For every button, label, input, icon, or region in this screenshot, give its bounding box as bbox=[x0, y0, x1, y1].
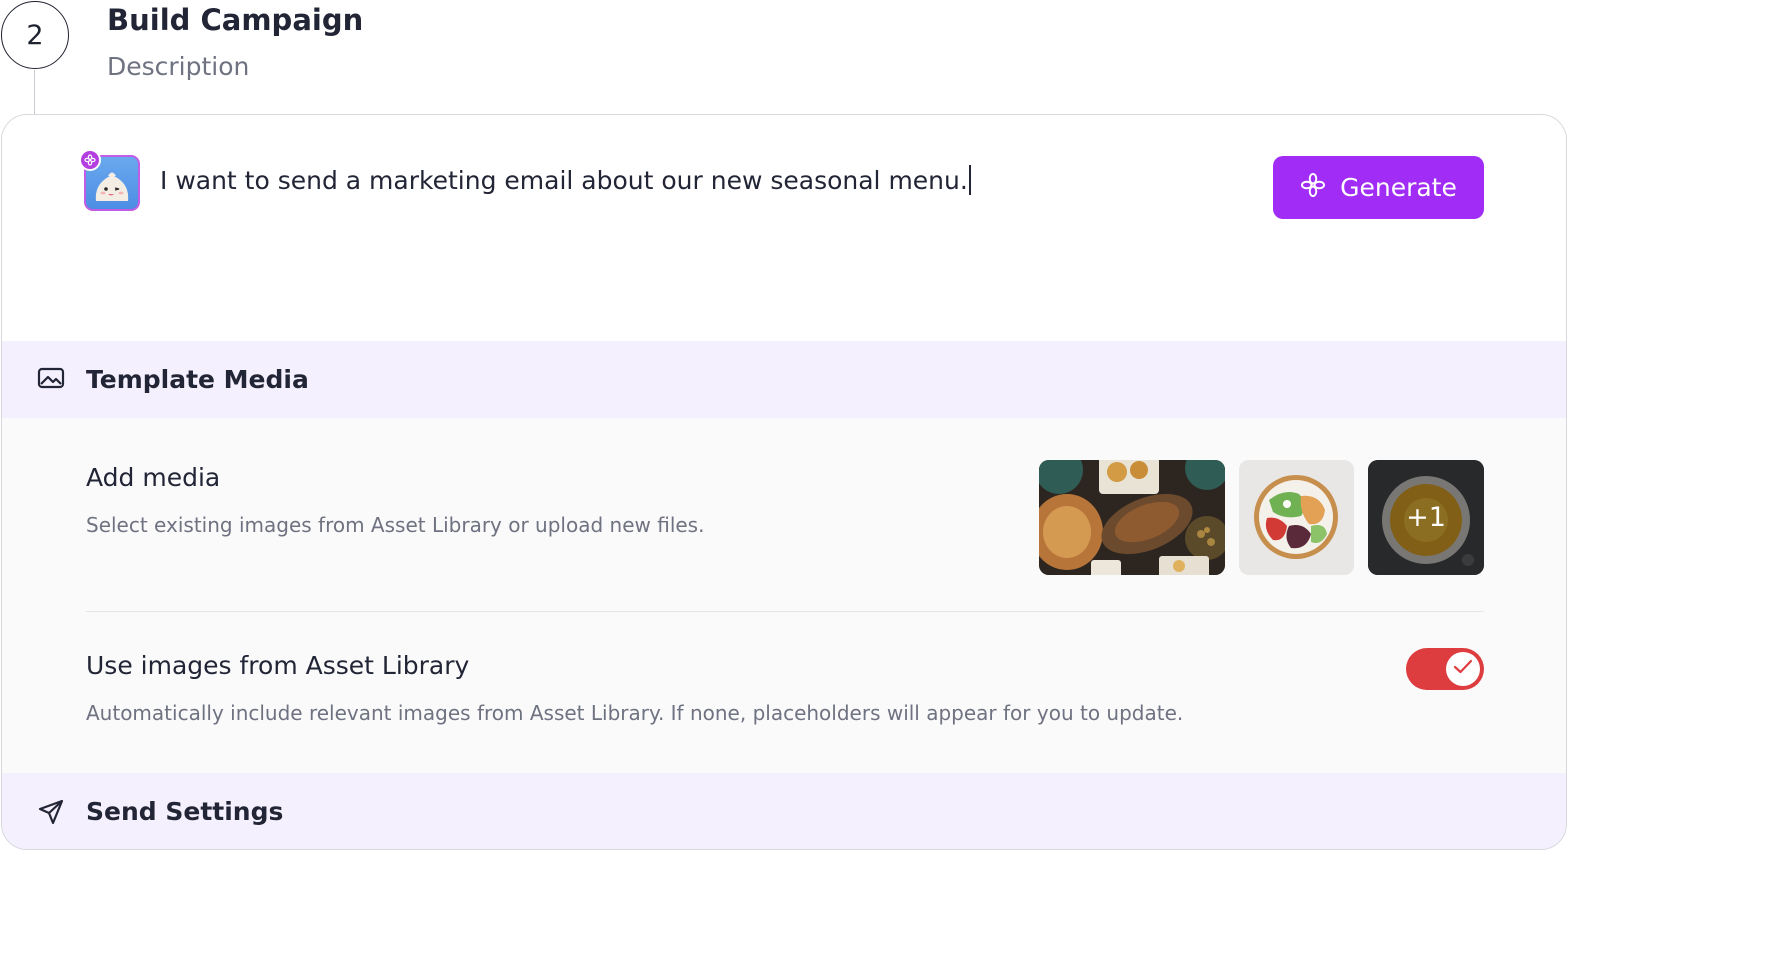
send-settings-title: Send Settings bbox=[86, 797, 284, 826]
use-asset-library-subtitle: Automatically include relevant images fr… bbox=[86, 701, 1184, 725]
checkmark-icon bbox=[1453, 659, 1473, 679]
step-title: Build Campaign bbox=[107, 3, 364, 37]
ai-badge-icon bbox=[79, 149, 101, 171]
step-connector bbox=[34, 70, 35, 116]
more-media-count[interactable]: +1 bbox=[1368, 460, 1484, 575]
generate-button[interactable]: Generate bbox=[1273, 156, 1484, 219]
prompt-input[interactable]: I want to send a marketing email about o… bbox=[160, 165, 971, 195]
image-icon bbox=[37, 366, 65, 394]
template-media-header[interactable]: Template Media bbox=[2, 341, 1566, 418]
add-media-subtitle: Select existing images from Asset Librar… bbox=[86, 513, 705, 537]
build-campaign-card: I want to send a marketing email about o… bbox=[1, 114, 1567, 850]
step-number: 2 bbox=[1, 1, 69, 69]
media-thumbnail-soup[interactable]: +1 bbox=[1368, 460, 1484, 575]
generate-label: Generate bbox=[1340, 173, 1457, 202]
template-media-title: Template Media bbox=[86, 365, 309, 394]
text-caret bbox=[968, 165, 971, 195]
divider bbox=[86, 611, 1484, 612]
send-icon bbox=[37, 798, 65, 830]
media-thumbnail-salad-bowl[interactable] bbox=[1239, 460, 1354, 575]
step-description: Description bbox=[107, 52, 250, 81]
sparkle-flower-icon bbox=[1300, 172, 1326, 204]
prompt-area: I want to send a marketing email about o… bbox=[2, 115, 1566, 341]
use-asset-library-toggle[interactable] bbox=[1406, 648, 1484, 690]
send-settings-header[interactable]: Send Settings bbox=[2, 773, 1566, 849]
add-media-title: Add media bbox=[86, 463, 221, 492]
media-thumbnail-feast[interactable] bbox=[1039, 460, 1225, 575]
use-asset-library-title: Use images from Asset Library bbox=[86, 651, 470, 680]
toggle-knob bbox=[1446, 652, 1480, 686]
